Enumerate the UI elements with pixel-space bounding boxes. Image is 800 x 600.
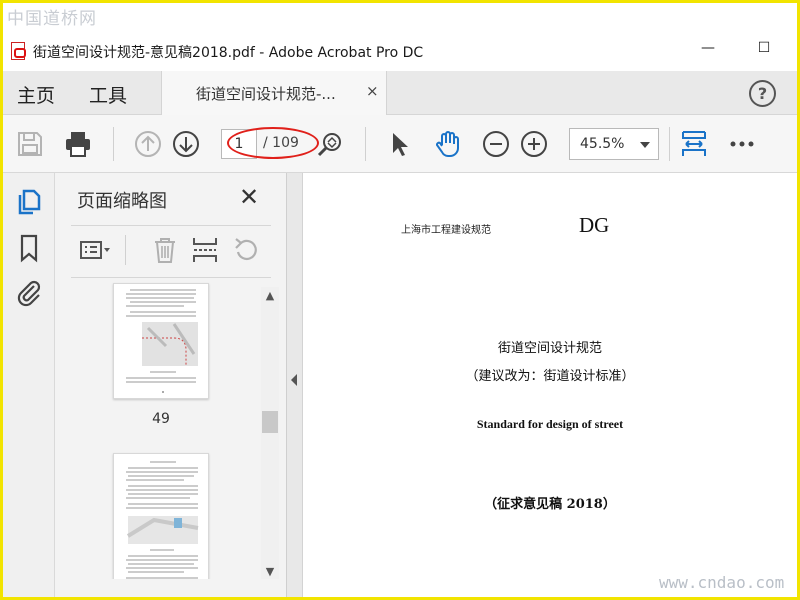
cursor-arrow-icon[interactable] (385, 129, 415, 159)
watermark-bottom: www.cndao.com (659, 573, 785, 592)
toolbar-separator (113, 127, 114, 161)
page-thumbnails-panel: 页面缩略图 ✕ 49 ▲ ▼ (55, 173, 287, 597)
more-icon[interactable] (727, 129, 757, 159)
zoom-value: 45.5% (580, 136, 625, 152)
panel-divider (71, 225, 271, 226)
panel-divider (71, 277, 271, 278)
close-tab-button[interactable]: × (366, 82, 379, 100)
toolbar-separator (365, 127, 366, 161)
thumbnail-page-number: 49 (152, 411, 170, 427)
thumbnail-options-icon[interactable] (79, 235, 111, 265)
page-number-input[interactable]: 1 (221, 129, 257, 159)
window-title: 街道空间设计规范-意见稿2018.pdf - Adobe Acrobat Pro… (33, 45, 424, 61)
paperclip-icon[interactable] (15, 277, 43, 307)
maximize-button[interactable]: ☐ (753, 40, 775, 56)
main-toolbar: 1 / 109 45.5% (3, 115, 797, 173)
magnifier-icon[interactable] (315, 129, 345, 159)
thumbnail-page[interactable] (113, 283, 209, 399)
document-code: DG (579, 213, 610, 237)
document-page (303, 173, 797, 597)
page-total: / 109 (263, 135, 299, 151)
watermark-top: 中国道桥网 (7, 9, 97, 29)
collapse-panel-icon[interactable] (291, 374, 297, 386)
document-title: 街道空间设计规范 (497, 341, 602, 356)
save-icon[interactable] (15, 129, 45, 159)
minimize-button[interactable]: — (697, 40, 719, 56)
tab-bar: 主页 工具 街道空间设计规范-... × ? (3, 71, 797, 115)
toolbar-separator (669, 127, 670, 161)
insert-page-icon[interactable] (189, 235, 221, 265)
chevron-down-icon (640, 142, 650, 148)
fit-page-icon[interactable] (679, 129, 709, 159)
document-tab-label: 街道空间设计规范-... (196, 85, 336, 103)
zoom-dropdown[interactable]: 45.5% (569, 128, 659, 160)
thumbnail-scrollbar[interactable] (261, 287, 279, 579)
panel-title: 页面缩略图 (77, 191, 167, 212)
thumbnail-list: 49 (55, 279, 287, 579)
app-window: 中国道桥网 街道空间设计规范-意见稿2018.pdf - Adobe Acrob… (0, 0, 800, 600)
title-bar: 街道空间设计规范-意见稿2018.pdf - Adobe Acrobat Pro… (3, 31, 797, 71)
thumbnail-page-preview (126, 289, 198, 393)
scrollbar-thumb[interactable] (262, 411, 278, 433)
thumbnail-page[interactable] (113, 453, 209, 579)
arrow-up-circle-icon[interactable] (133, 129, 163, 159)
tab-tools[interactable]: 工具 (89, 81, 127, 108)
navigation-rail (3, 173, 55, 597)
help-button[interactable]: ? (749, 80, 776, 107)
print-icon[interactable] (63, 129, 93, 159)
scroll-up-icon[interactable]: ▲ (262, 289, 278, 302)
close-panel-button[interactable]: ✕ (239, 183, 259, 211)
pdf-file-icon (11, 42, 26, 60)
bookmark-icon[interactable] (15, 233, 43, 263)
scroll-down-icon[interactable]: ▼ (262, 565, 278, 578)
tab-home[interactable]: 主页 (17, 81, 55, 108)
rotate-icon[interactable] (231, 235, 263, 265)
page-thumbnails-icon[interactable] (15, 187, 43, 217)
tab-document[interactable]: 街道空间设计规范-... × (161, 71, 387, 115)
thumbnail-page-preview (126, 461, 199, 579)
panel-collapse-strip[interactable] (287, 173, 303, 597)
panel-separator (125, 235, 126, 265)
delete-icon[interactable] (149, 235, 181, 265)
document-header-label: 上海市工程建设规范 (401, 225, 491, 236)
zoom-out-icon[interactable] (481, 129, 511, 159)
arrow-down-circle-icon[interactable] (171, 129, 201, 159)
zoom-in-icon[interactable] (519, 129, 549, 159)
document-english-title: Standard for design of street (476, 417, 624, 431)
hand-tool-icon[interactable] (433, 129, 463, 159)
document-draft-note: （征求意见稿 2018） (484, 497, 616, 512)
document-subtitle: （建议改为：街道设计标准） (465, 369, 635, 384)
